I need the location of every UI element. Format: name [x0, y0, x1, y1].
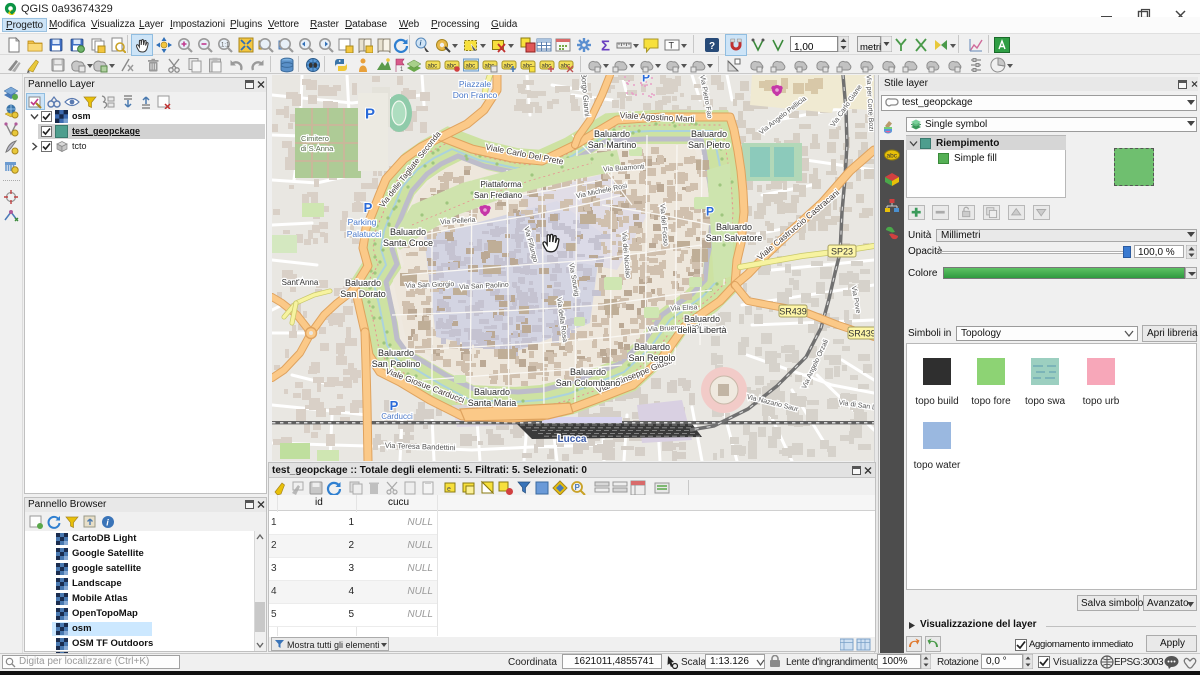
svg-text:P: P [642, 75, 650, 85]
svg-text:P: P [365, 106, 375, 123]
svg-text:Baluardo: Baluardo [474, 387, 510, 397]
svg-text:San Martino: San Martino [588, 140, 637, 150]
svg-text:Baluardo: Baluardo [634, 342, 670, 352]
svg-text:Cimitero: Cimitero [301, 134, 329, 143]
svg-text:P: P [390, 398, 399, 413]
svg-text:P: P [575, 483, 581, 492]
svg-text:di S.Anna: di S.Anna [301, 144, 334, 153]
svg-text:P: P [706, 205, 714, 219]
svg-text:T: T [669, 41, 675, 51]
svg-text:Baluardo: Baluardo [716, 222, 752, 232]
svg-text:Σ: Σ [601, 38, 610, 54]
svg-text:Baluardo: Baluardo [378, 348, 414, 358]
svg-text:Baluardo: Baluardo [684, 314, 720, 324]
svg-text:San Pietro: San Pietro [688, 140, 730, 150]
svg-text:Piattaforma: Piattaforma [481, 180, 522, 189]
svg-text:abc: abc [428, 64, 438, 70]
svg-text:San Colombano: San Colombano [556, 378, 621, 388]
svg-text:San Salvatore: San Salvatore [706, 233, 763, 243]
svg-text:Baluardo: Baluardo [594, 129, 630, 139]
svg-text:Baluardo: Baluardo [390, 227, 426, 237]
svg-text:P: P [364, 200, 373, 215]
svg-text:Via Elisa: Via Elisa [670, 304, 698, 312]
svg-text:SP23: SP23 [831, 247, 853, 257]
svg-text:SR439: SR439 [848, 329, 874, 339]
svg-text:e: e [447, 486, 451, 493]
svg-text:San Frediano: San Frediano [474, 191, 523, 200]
svg-text:San Regolo: San Regolo [628, 353, 675, 363]
svg-text:Santa Maria: Santa Maria [468, 398, 517, 408]
svg-text:Carducci: Carducci [381, 412, 413, 421]
svg-text:Baluardo: Baluardo [691, 129, 727, 139]
svg-text:1: 1 [400, 67, 404, 73]
svg-text:San Dorato: San Dorato [340, 289, 386, 299]
svg-text:Parking: Parking [348, 217, 377, 227]
svg-text:San Paolino: San Paolino [372, 359, 421, 369]
svg-text:Santa Croce: Santa Croce [383, 238, 433, 248]
svg-text:Palatucci: Palatucci [347, 229, 382, 239]
svg-text:SR439: SR439 [779, 307, 807, 317]
svg-text:Baluardo: Baluardo [570, 367, 606, 377]
svg-text:Baluardo: Baluardo [345, 278, 381, 288]
svg-text:Lucca: Lucca [558, 434, 587, 445]
svg-text:abc: abc [887, 153, 898, 160]
svg-text:Sant'Anna: Sant'Anna [282, 278, 319, 287]
svg-text:abc: abc [466, 64, 476, 70]
svg-text:Piazzale: Piazzale [459, 79, 491, 89]
svg-text:della Libertà: della Libertà [677, 325, 726, 335]
svg-text:Don Franco: Don Franco [453, 90, 498, 100]
svg-text:?: ? [709, 41, 715, 52]
